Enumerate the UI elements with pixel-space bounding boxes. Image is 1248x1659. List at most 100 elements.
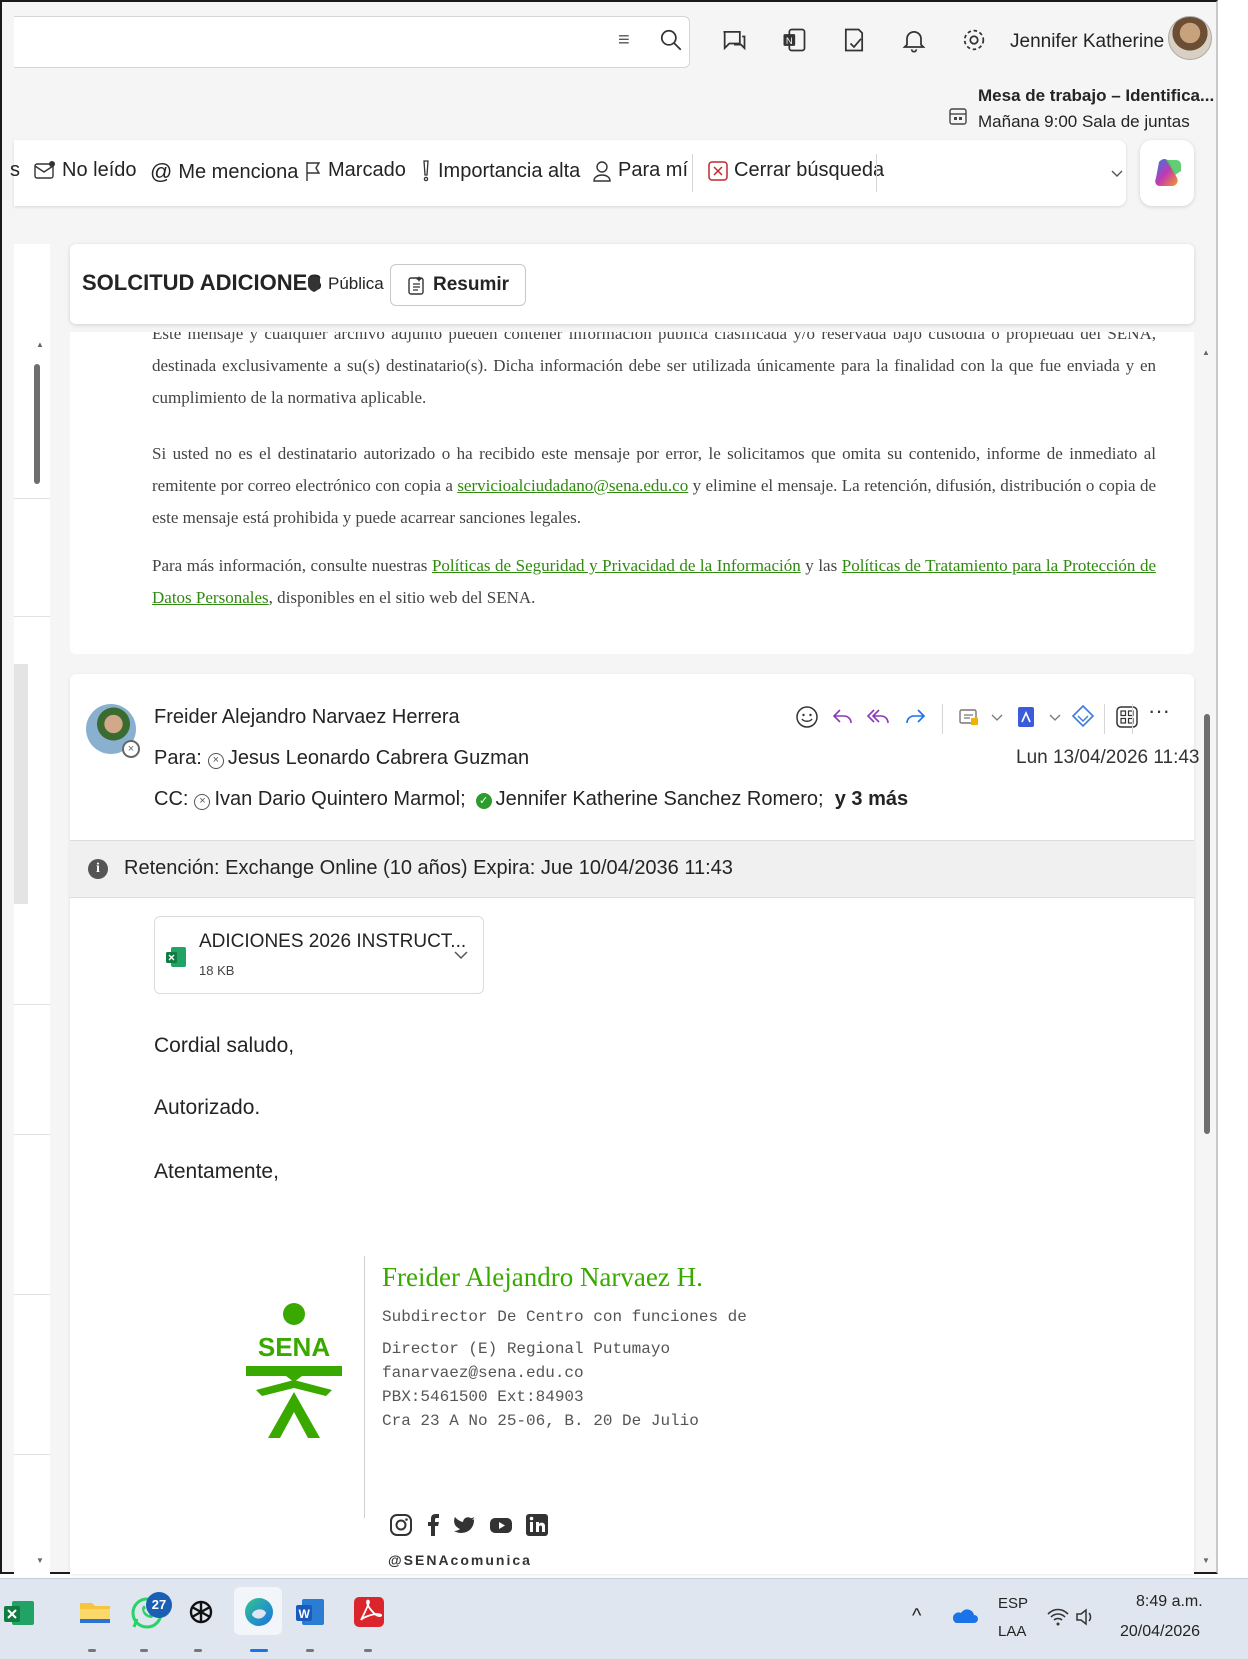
chevron-down-icon[interactable] xyxy=(1040,702,1070,732)
sender-name[interactable]: Freider Alejandro Narvaez Herrera xyxy=(154,706,460,729)
list-scroll-up-arrow[interactable]: ▲ xyxy=(36,340,44,349)
excel-taskbar-icon[interactable] xyxy=(4,1593,34,1631)
more-options-icon[interactable]: ··· xyxy=(1148,698,1170,724)
recipient-name[interactable]: Jesus Leonardo Cabrera Guzman xyxy=(228,747,529,769)
keyboard-layout[interactable]: LAA xyxy=(998,1623,1026,1640)
message-actions xyxy=(720,702,1140,738)
filter-icon[interactable]: ≡ xyxy=(618,29,630,52)
chatgpt-icon[interactable] xyxy=(182,1593,220,1631)
disclaimer-paragraph-2: Si usted no es el destinatario autorizad… xyxy=(152,438,1156,534)
chevron-down-icon[interactable] xyxy=(451,945,471,965)
more-recipients-link[interactable]: y 3 más xyxy=(835,788,908,810)
exclamation-icon xyxy=(423,160,429,182)
notes-icon[interactable] xyxy=(840,26,868,54)
chevron-down-icon[interactable] xyxy=(982,702,1012,732)
presence-offline-icon: × xyxy=(207,753,224,769)
file-explorer-icon[interactable] xyxy=(76,1593,114,1631)
running-indicator xyxy=(194,1649,202,1652)
reading-pane-scrollbar[interactable] xyxy=(1204,714,1210,1134)
teams-chat-icon[interactable] xyxy=(720,26,748,54)
language-code[interactable]: ESP xyxy=(998,1595,1028,1612)
list-item-selected[interactable] xyxy=(14,664,28,904)
bell-icon[interactable] xyxy=(900,26,928,54)
meeting-title: Mesa de trabajo – Identifica... xyxy=(978,86,1215,105)
acrobat-icon[interactable] xyxy=(350,1593,388,1631)
twitter-icon[interactable] xyxy=(452,1512,478,1538)
message-list-pane[interactable] xyxy=(14,244,50,1574)
copilot-button[interactable] xyxy=(1140,140,1194,206)
windows-taskbar: W ^ ESP LAA 8:49 a.m. 20/04/2026 xyxy=(0,1578,1248,1659)
linkedin-icon[interactable] xyxy=(524,1512,550,1538)
disclaimer-paragraph-1: Este mensaje y cualquier archivo adjunto… xyxy=(152,332,1156,407)
envelope-icon xyxy=(34,160,55,179)
search-icon[interactable] xyxy=(658,27,684,53)
clock-time[interactable]: 8:49 a.m. xyxy=(1136,1593,1203,1611)
loop-component-icon[interactable] xyxy=(1068,702,1098,732)
presence-offline-icon: × xyxy=(194,794,211,810)
reply-icon[interactable] xyxy=(828,702,858,732)
social-links xyxy=(388,1512,550,1538)
sensitivity-label[interactable]: Pública xyxy=(306,274,384,294)
apps-icon[interactable] xyxy=(1112,702,1142,732)
scroll-down-arrow[interactable]: ▼ xyxy=(1202,1556,1210,1565)
conversation-subject: SOLCITUD ADICIONES xyxy=(82,270,322,295)
email-link[interactable]: servicioalciudadano@sena.edu.co xyxy=(457,476,688,495)
youtube-icon[interactable] xyxy=(488,1512,514,1538)
filter-to-me[interactable]: Para mí xyxy=(592,159,688,182)
word-icon[interactable]: W xyxy=(292,1593,330,1631)
gear-icon[interactable] xyxy=(960,26,988,54)
shield-icon xyxy=(308,276,320,292)
signature-name: Freider Alejandro Narvaez H. xyxy=(382,1262,703,1292)
actions-separator xyxy=(942,704,943,734)
filter-unread[interactable]: No leído xyxy=(34,159,137,182)
facebook-icon[interactable] xyxy=(424,1512,442,1538)
filter-mentions[interactable]: @ Me menciona xyxy=(150,159,298,185)
to-recipients: Para: × Jesus Leonardo Cabrera Guzman xyxy=(154,747,529,770)
signature-phone: PBX:5461500 Ext:84903 xyxy=(382,1388,584,1406)
clock-date[interactable]: 20/04/2026 xyxy=(1120,1623,1200,1641)
volume-icon[interactable] xyxy=(1074,1607,1098,1627)
pdf-export-icon[interactable] xyxy=(1012,702,1042,732)
recipient-name[interactable]: Ivan Dario Quintero Marmol; xyxy=(214,788,465,810)
filter-important[interactable]: Importancia alta xyxy=(420,159,580,183)
edge-icon[interactable] xyxy=(240,1593,278,1631)
emoji-reaction-icon[interactable] xyxy=(792,702,822,732)
cc-recipients: CC: × Ivan Dario Quintero Marmol; ✓ Jennifer… xyxy=(154,788,908,811)
disclaimer-paragraph-3: Para más información, consulte nuestras … xyxy=(152,550,1156,614)
onenote-icon[interactable]: N xyxy=(780,26,808,54)
chevron-down-icon[interactable] xyxy=(1106,162,1128,184)
quick-steps-icon[interactable] xyxy=(954,702,984,732)
scroll-up-arrow[interactable]: ▲ xyxy=(1202,348,1210,357)
search-box[interactable]: ≡ xyxy=(14,16,690,68)
summary-icon xyxy=(408,276,424,295)
signature-address: Cra 23 A No 25-06, B. 20 De Julio xyxy=(382,1412,699,1430)
privacy-policy-link[interactable]: Políticas de Seguridad y Privacidad de l… xyxy=(432,556,801,575)
list-scroll-down-arrow[interactable]: ▼ xyxy=(36,1556,44,1565)
message-body-previous: Este mensaje y cualquier archivo adjunto… xyxy=(70,332,1194,654)
instagram-icon[interactable] xyxy=(388,1512,414,1538)
signature-email[interactable]: fanarvaez@sena.edu.co xyxy=(382,1364,584,1382)
reply-all-icon[interactable] xyxy=(864,702,894,732)
chevron-up-icon[interactable]: ^ xyxy=(912,1605,921,1628)
user-name[interactable]: Jennifer Katherine ... xyxy=(1010,31,1185,53)
notification-badge: 27 xyxy=(146,1592,172,1618)
sena-logo: SENA xyxy=(246,1303,342,1438)
filter-unread-label: No leído xyxy=(62,159,137,181)
filter-flagged[interactable]: Marcado xyxy=(304,159,406,182)
actions-separator xyxy=(1132,704,1133,734)
attachment-card[interactable]: ADICIONES 2026 INSTRUCT... 18 KB xyxy=(154,916,484,994)
truncated-filter[interactable]: s xyxy=(10,159,20,182)
recipient-name[interactable]: Jennifer Katherine Sanchez Romero; xyxy=(496,788,824,810)
summarize-button[interactable]: Resumir xyxy=(390,264,526,306)
close-search-button[interactable]: Cerrar búsqueda xyxy=(708,159,884,182)
filter-important-label: Importancia alta xyxy=(438,159,581,182)
list-scrollbar[interactable] xyxy=(34,364,40,484)
signature-divider xyxy=(364,1256,365,1518)
message-date: Lun 13/04/2026 11:43 xyxy=(1016,747,1200,768)
user-avatar[interactable] xyxy=(1168,16,1212,60)
excel-icon xyxy=(166,947,186,967)
forward-icon[interactable] xyxy=(900,702,930,732)
running-indicator xyxy=(88,1649,96,1652)
onedrive-icon[interactable] xyxy=(950,1605,978,1625)
wifi-icon[interactable] xyxy=(1046,1607,1070,1627)
